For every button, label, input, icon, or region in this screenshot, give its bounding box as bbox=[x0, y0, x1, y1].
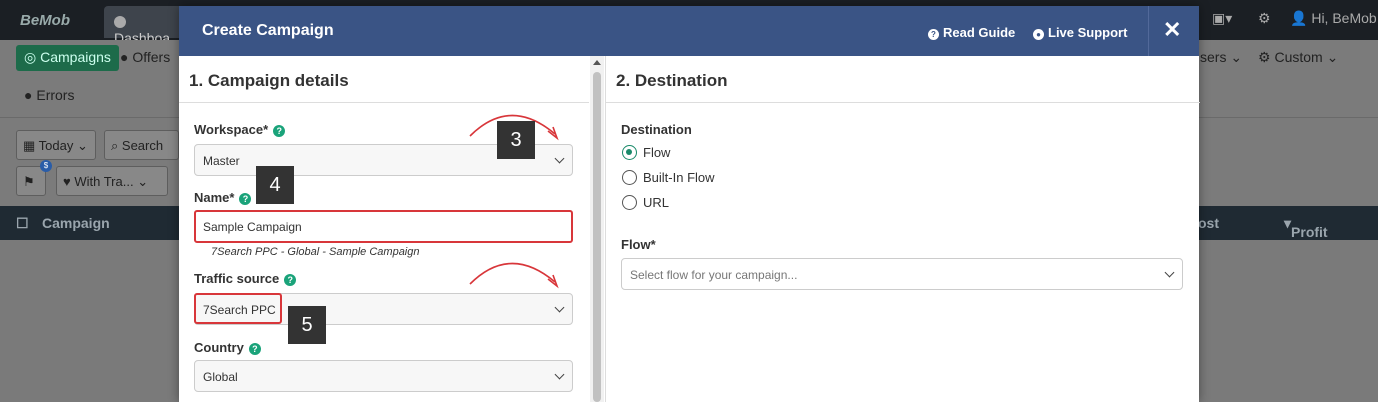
scroll-up-icon[interactable] bbox=[593, 60, 601, 65]
name-label-text: Name* bbox=[194, 190, 235, 205]
col-profit[interactable]: ▾ Profit bbox=[1284, 215, 1328, 240]
question-icon: ? bbox=[928, 29, 939, 40]
radio-built-in-flow-label: Built-In Flow bbox=[643, 170, 715, 185]
date-label: Today bbox=[38, 138, 74, 153]
col-cost[interactable]: ost bbox=[1198, 215, 1219, 231]
nav-errors[interactable]: ● Errors bbox=[24, 87, 74, 103]
callout-5: 5 bbox=[288, 306, 326, 344]
nav-custom[interactable]: ⚙ Custom ⌄ bbox=[1258, 49, 1338, 66]
user-icon: 👤 bbox=[1290, 10, 1308, 26]
annotation-arrow bbox=[469, 262, 559, 289]
nav-campaigns-label: Campaigns bbox=[40, 49, 111, 65]
nav-errors-label: Errors bbox=[36, 87, 75, 103]
scrollbar[interactable] bbox=[590, 56, 604, 402]
radio-icon bbox=[622, 195, 637, 210]
close-icon[interactable]: ✕ bbox=[1163, 17, 1181, 43]
section-title-details: 1. Campaign details bbox=[189, 71, 349, 90]
search-placeholder: Search bbox=[121, 138, 164, 153]
flow-placeholder: Select flow for your campaign... bbox=[630, 268, 798, 282]
nav-owners-label: sers bbox=[1200, 49, 1227, 65]
nav-campaigns[interactable]: ◎ Campaigns bbox=[16, 45, 119, 71]
help-icon[interactable]: ? bbox=[284, 274, 297, 286]
radio-url[interactable]: URL bbox=[622, 195, 669, 210]
section-title-destination: 2. Destination bbox=[616, 71, 728, 90]
country-select[interactable]: Global bbox=[194, 360, 573, 392]
country-label-text: Country bbox=[194, 340, 244, 355]
workspace-label: Workspace*? bbox=[194, 122, 286, 137]
chevron-down-icon bbox=[1164, 267, 1175, 278]
tab-dashboard[interactable]: Dashboa bbox=[104, 6, 184, 46]
radio-icon bbox=[622, 170, 637, 185]
traffic-filter[interactable]: ♥ With Tra... ⌄ bbox=[56, 166, 168, 196]
callout-3: 3 bbox=[497, 121, 535, 159]
user-greeting: Hi, BeMob bbox=[1311, 10, 1377, 26]
divider bbox=[606, 102, 1200, 103]
divider bbox=[1148, 6, 1149, 56]
dollar-badge: $ bbox=[40, 160, 52, 172]
modal-title: Create Campaign bbox=[202, 22, 334, 39]
chevron-down-icon bbox=[554, 302, 565, 313]
help-icon[interactable]: ? bbox=[273, 125, 286, 137]
select-all-checkbox[interactable]: ☐ bbox=[16, 215, 29, 232]
date-picker[interactable]: ▦ Today ⌄ bbox=[16, 130, 96, 160]
name-label: Name*? bbox=[194, 190, 252, 205]
search-input[interactable]: ⌕ Search bbox=[104, 130, 179, 160]
nav-owners[interactable]: sers ⌄ bbox=[1200, 49, 1242, 66]
help-icon[interactable]: ? bbox=[248, 343, 261, 355]
radio-url-label: URL bbox=[643, 195, 670, 210]
traffic-source-label: Traffic source? bbox=[194, 271, 297, 286]
nav-custom-label: Custom bbox=[1274, 49, 1323, 65]
name-hint: 7Search PPC - Global - Sample Campaign bbox=[211, 246, 420, 258]
live-support-label: Live Support bbox=[1048, 25, 1128, 40]
name-input[interactable]: Sample Campaign bbox=[194, 210, 573, 243]
nav-offers-label: Offers bbox=[132, 49, 171, 65]
callout-4: 4 bbox=[256, 166, 294, 204]
flow-select[interactable]: Select flow for your campaign... bbox=[621, 258, 1183, 290]
dashboard-icon bbox=[114, 16, 126, 28]
chevron-down-icon bbox=[554, 153, 565, 164]
help-icon[interactable]: ? bbox=[239, 193, 252, 205]
modal-header: Create Campaign ? Read Guide ● Live Suppor… bbox=[179, 6, 1199, 56]
destination-label: Destination bbox=[621, 122, 692, 137]
app-logo: BeMob bbox=[20, 12, 70, 29]
live-support-link[interactable]: ● Live Support bbox=[1033, 25, 1127, 40]
divider bbox=[179, 102, 589, 103]
radio-checked-icon bbox=[622, 145, 637, 160]
create-campaign-modal: Create Campaign ? Read Guide ● Live Suppor… bbox=[179, 6, 1200, 402]
windows-icon[interactable]: ▣▾ bbox=[1212, 10, 1232, 27]
chat-icon: ● bbox=[1033, 29, 1044, 40]
radio-flow-label: Flow bbox=[643, 145, 671, 160]
workspace-label-text: Workspace* bbox=[194, 122, 269, 137]
radio-flow[interactable]: Flow bbox=[622, 145, 670, 160]
col-campaign[interactable]: Campaign bbox=[42, 215, 110, 231]
country-value: Global bbox=[203, 370, 238, 384]
gear-icon[interactable]: ⚙ bbox=[1258, 10, 1271, 27]
workspace-value: Master bbox=[203, 154, 240, 168]
read-guide-label: Read Guide bbox=[943, 25, 1016, 40]
read-guide-link[interactable]: ? Read Guide bbox=[928, 25, 1015, 40]
destination-pane: 2. Destination Destination Flow Built-In… bbox=[605, 56, 1200, 402]
col-profit-label: Profit bbox=[1291, 224, 1328, 240]
nav-offers[interactable]: ● Offers bbox=[120, 49, 170, 65]
user-menu[interactable]: 👤 Hi, BeMob bbox=[1290, 10, 1377, 27]
scroll-thumb[interactable] bbox=[593, 72, 601, 402]
country-label: Country? bbox=[194, 340, 261, 355]
traffic-source-highlight bbox=[194, 293, 282, 324]
traffic-label-text: Traffic source bbox=[194, 271, 280, 286]
name-value: Sample Campaign bbox=[203, 220, 302, 234]
chevron-down-icon bbox=[554, 369, 565, 380]
traffic-filter-label: With Tra... bbox=[74, 174, 134, 189]
flow-label: Flow* bbox=[621, 237, 656, 252]
radio-built-in-flow[interactable]: Built-In Flow bbox=[622, 170, 715, 185]
